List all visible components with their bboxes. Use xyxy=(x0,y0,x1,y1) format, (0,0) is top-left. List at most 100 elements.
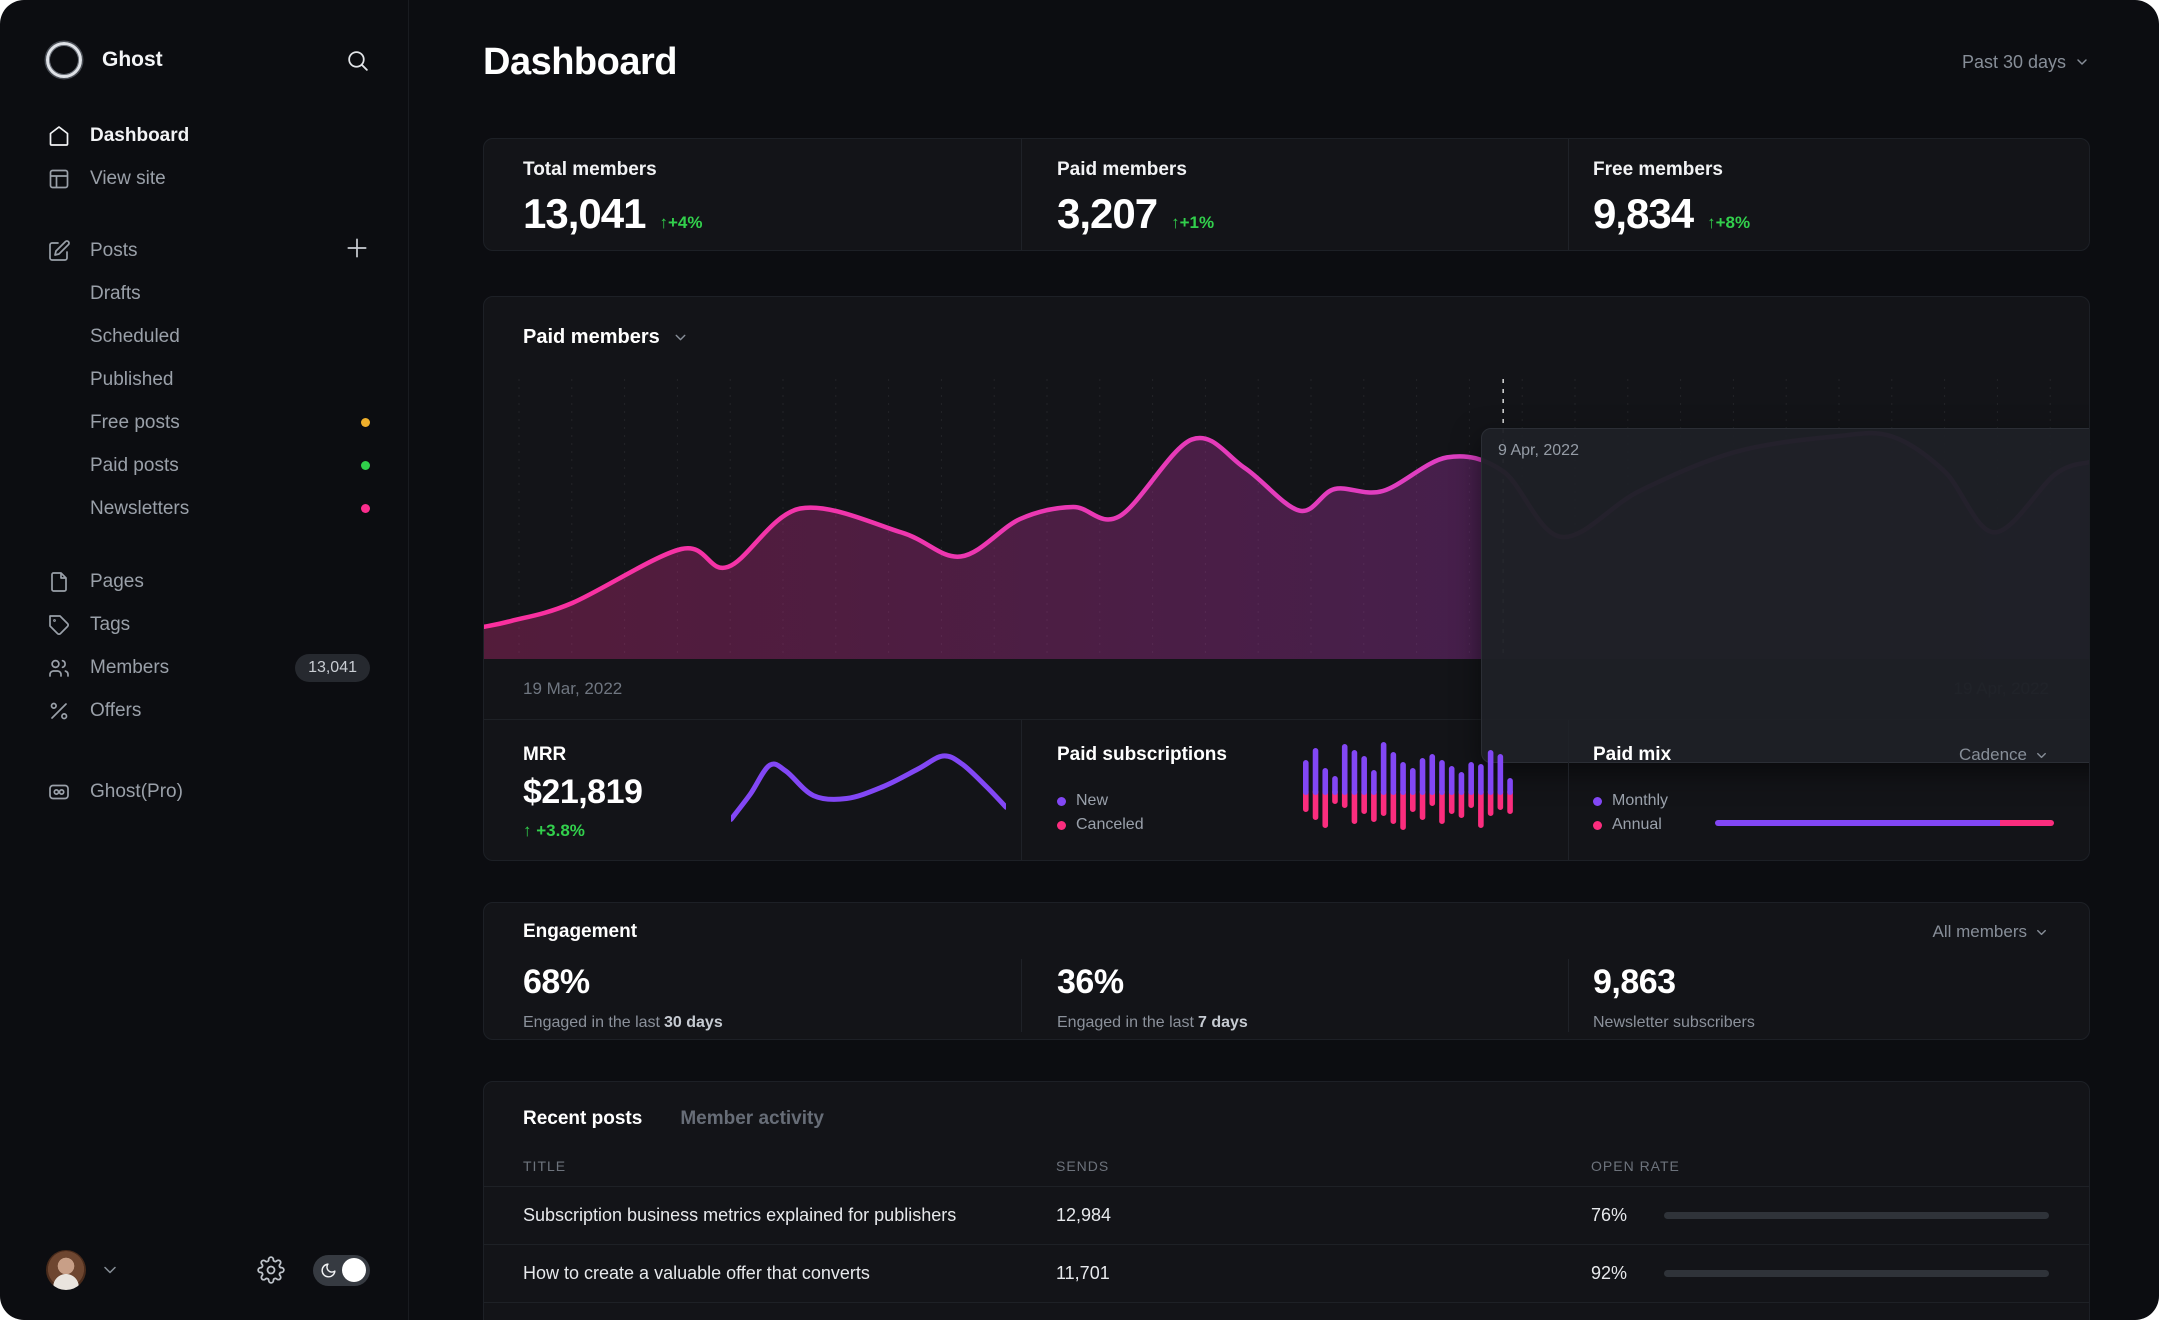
add-post-icon[interactable] xyxy=(344,235,370,267)
sidebar-item-tags[interactable]: Tags xyxy=(46,603,370,646)
ghost-pro-icon xyxy=(46,779,72,805)
open-rate-value: 76% xyxy=(1591,1205,1664,1226)
legend-label: Monthly xyxy=(1612,792,1668,810)
canceled-dot xyxy=(1057,821,1066,830)
mrr-section: MRR $21,819 ↑ +3.8% xyxy=(484,720,1021,861)
cadence-label: Cadence xyxy=(1959,745,2027,765)
members-count-badge: 13,041 xyxy=(295,654,370,682)
open-rate-bar xyxy=(1664,1212,2049,1219)
ghost-admin-window: Ghost Dashboard View site Posts xyxy=(0,0,2159,1320)
members-icon xyxy=(46,655,72,681)
sidebar-item-paid-posts[interactable]: Paid posts xyxy=(46,444,370,487)
post-title: How to create a valuable offer that conv… xyxy=(523,1263,1056,1284)
page-title: Dashboard xyxy=(483,41,677,84)
post-sends: 12,984 xyxy=(1056,1205,1591,1226)
sidebar-item-label: Posts xyxy=(90,240,138,262)
chart-title: Paid members xyxy=(523,326,660,349)
sidebar-item-label: Paid posts xyxy=(90,455,179,477)
edit-icon xyxy=(46,238,72,264)
up-arrow-icon: ↑ xyxy=(1171,213,1180,232)
paid-subscriptions-bar-chart xyxy=(1303,734,1517,830)
annual-dot xyxy=(1593,821,1602,830)
all-members-dropdown[interactable]: All members xyxy=(1933,922,2049,942)
chart-tooltip: 9 Apr, 2022 3,719 Paid members xyxy=(1481,428,2090,763)
sidebar-item-label: View site xyxy=(90,168,166,190)
sidebar-item-label: Ghost(Pro) xyxy=(90,781,183,803)
sidebar-item-label: Drafts xyxy=(90,283,141,305)
tab-member-activity[interactable]: Member activity xyxy=(680,1108,824,1130)
chevron-down-icon[interactable] xyxy=(100,1260,120,1280)
cadence-dropdown[interactable]: Cadence xyxy=(1959,745,2049,765)
table-row[interactable]: How to create a valuable offer that conv… xyxy=(484,1245,2089,1303)
posts-tabs: Recent posts Member activity xyxy=(484,1082,2089,1130)
sidebar-item-newsletters[interactable]: Newsletters xyxy=(46,487,370,530)
settings-gear-icon[interactable] xyxy=(257,1256,285,1284)
stat-delta: +8% xyxy=(1716,213,1751,232)
newsletter-subscribers: 9,863 Newsletter subscribers xyxy=(1568,959,2089,1032)
sidebar-item-label: Dashboard xyxy=(90,125,189,147)
chevron-down-icon xyxy=(2034,925,2049,940)
toggle-knob xyxy=(342,1258,366,1282)
monthly-segment xyxy=(1715,820,2000,826)
annual-segment xyxy=(2000,820,2054,826)
date-range-label: Past 30 days xyxy=(1962,52,2066,73)
newsletters-dot xyxy=(361,504,370,513)
stat-delta: +4% xyxy=(668,213,703,232)
sidebar-item-label: Tags xyxy=(90,614,130,636)
date-range-dropdown[interactable]: Past 30 days xyxy=(1962,52,2090,73)
user-avatar[interactable] xyxy=(46,1250,86,1290)
sidebar-item-published[interactable]: Published xyxy=(46,358,370,401)
engagement-panel: Engagement All members 68% Engaged in th… xyxy=(483,902,2090,1040)
search-icon[interactable] xyxy=(345,48,370,73)
stat-label: Total members xyxy=(523,159,1021,181)
chevron-down-icon[interactable] xyxy=(672,329,689,346)
up-arrow-icon: ↑ xyxy=(523,821,532,840)
sidebar-item-label: Members xyxy=(90,657,169,679)
sidebar-item-scheduled[interactable]: Scheduled xyxy=(46,315,370,358)
mrr-delta-value: +3.8% xyxy=(536,821,585,840)
engagement-value: 36% xyxy=(1057,963,1568,1002)
post-title: Subscription business metrics explained … xyxy=(523,1205,1056,1226)
table-header: TITLE SENDS OPEN RATE xyxy=(484,1158,2089,1187)
engagement-caption: Engaged in the last xyxy=(1057,1014,1194,1031)
table-row[interactable]: Subscription business metrics explained … xyxy=(484,1187,2089,1245)
stat-delta: +1% xyxy=(1180,213,1215,232)
percent-icon xyxy=(46,698,72,724)
moon-icon xyxy=(320,1262,337,1279)
column-sends: SENDS xyxy=(1056,1158,1591,1174)
recent-posts-panel: Recent posts Member activity TITLE SENDS… xyxy=(483,1081,2090,1320)
sidebar-item-pages[interactable]: Pages xyxy=(46,560,370,603)
ring-icon xyxy=(1498,468,2090,748)
dark-mode-toggle[interactable] xyxy=(313,1255,370,1286)
ghost-logo[interactable] xyxy=(46,42,82,78)
engagement-caption: Newsletter subscribers xyxy=(1593,1014,1755,1031)
engagement-30-days: 68% Engaged in the last30 days xyxy=(484,959,1021,1032)
sidebar-item-members[interactable]: Members 13,041 xyxy=(46,646,370,689)
column-title: TITLE xyxy=(523,1158,1056,1174)
sidebar: Ghost Dashboard View site Posts xyxy=(0,0,409,1320)
sidebar-item-free-posts[interactable]: Free posts xyxy=(46,401,370,444)
free-posts-dot xyxy=(361,418,370,427)
tab-recent-posts[interactable]: Recent posts xyxy=(523,1108,642,1130)
sidebar-item-offers[interactable]: Offers xyxy=(46,689,370,732)
chevron-down-icon xyxy=(2074,54,2090,70)
sidebar-item-view-site[interactable]: View site xyxy=(46,157,370,200)
legend-label: New xyxy=(1076,792,1108,810)
sidebar-item-label: Published xyxy=(90,369,173,391)
stat-value: 13,041 xyxy=(523,190,645,238)
legend-label: Annual xyxy=(1612,816,1662,834)
members-filter-label: All members xyxy=(1933,922,2027,942)
sidebar-item-posts[interactable]: Posts xyxy=(46,229,370,272)
monthly-dot xyxy=(1593,797,1602,806)
sidebar-item-drafts[interactable]: Drafts xyxy=(46,272,370,315)
stat-free-members: Free members 9,834 ↑+8% xyxy=(1568,139,2089,250)
stat-paid-members: Paid members 3,207 ↑+1% xyxy=(1021,139,1568,250)
sidebar-item-dashboard[interactable]: Dashboard xyxy=(46,114,370,157)
sidebar-item-ghost-pro[interactable]: Ghost(Pro) xyxy=(46,770,370,813)
tag-icon xyxy=(46,612,72,638)
chart-start-date: 19 Mar, 2022 xyxy=(523,679,622,699)
stat-label: Free members xyxy=(1593,159,2089,181)
main-content: Dashboard Past 30 days Total members 13,… xyxy=(483,0,2090,1320)
paid-members-chart[interactable]: 9 Apr, 2022 3,719 Paid members xyxy=(484,379,2089,659)
stat-label: Paid members xyxy=(1057,159,1568,181)
